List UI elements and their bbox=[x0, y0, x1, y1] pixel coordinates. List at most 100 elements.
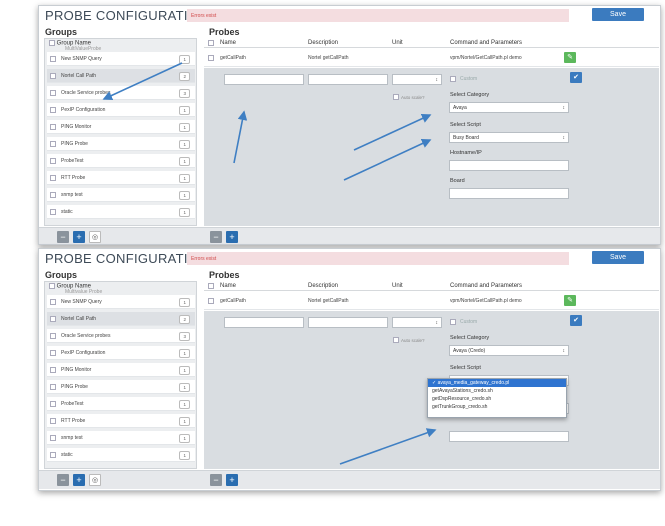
auto-scale-checkbox[interactable] bbox=[393, 94, 399, 100]
probe-checkbox[interactable] bbox=[208, 298, 214, 304]
group-count-badge: 3 bbox=[179, 332, 190, 341]
remove-probe-button[interactable]: − bbox=[210, 231, 222, 243]
link-group-button[interactable]: ◎ bbox=[89, 231, 101, 243]
group-item[interactable]: PexIP Configuration 1 bbox=[47, 103, 195, 117]
remove-probe-button[interactable]: − bbox=[210, 474, 222, 486]
custom-checkbox[interactable] bbox=[450, 76, 456, 82]
group-name: Nortel Call Path bbox=[61, 316, 97, 322]
group-item[interactable]: New SNMP Query 1 bbox=[47, 295, 195, 309]
group-item[interactable]: PING Monitor 1 bbox=[47, 120, 195, 134]
group-item[interactable]: Oracle Service probes 3 bbox=[47, 329, 195, 343]
dropdown-option[interactable]: getTrunkGroup_credo.sh bbox=[428, 403, 566, 411]
group-item[interactable]: ProbeTest 1 bbox=[47, 154, 195, 168]
save-button[interactable]: Save bbox=[592, 251, 644, 264]
probe-name-input[interactable] bbox=[224, 317, 304, 328]
group-item[interactable]: PING Monitor 1 bbox=[47, 363, 195, 377]
dropdown-option[interactable]: getDspResource_credo.sh bbox=[428, 395, 566, 403]
auto-scale-label: Auto scale? bbox=[401, 95, 425, 100]
group-name: PexIP Configuration bbox=[61, 107, 106, 113]
unit-select[interactable]: ↕ bbox=[392, 317, 442, 328]
category-select[interactable]: Avaya ↕ bbox=[449, 102, 569, 113]
dropdown-option[interactable]: getAvayaStations_credo.sh bbox=[428, 387, 566, 395]
hostname-input[interactable] bbox=[449, 160, 569, 171]
category-select[interactable]: Avaya (Credo) ↕ bbox=[449, 345, 569, 356]
confirm-button[interactable]: ✔ bbox=[570, 72, 582, 83]
group-checkbox[interactable] bbox=[50, 124, 56, 130]
script-dropdown-menu[interactable]: ✓ avaya_media_gateway_credo.pl getAvayaS… bbox=[427, 378, 567, 418]
group-checkbox[interactable] bbox=[50, 333, 56, 339]
dropdown-option-selected[interactable]: ✓ avaya_media_gateway_credo.pl bbox=[428, 379, 566, 387]
group-item[interactable]: New SNMP Query 1 bbox=[47, 52, 195, 66]
probe-checkbox[interactable] bbox=[208, 55, 214, 61]
group-item[interactable]: PING Probe 1 bbox=[47, 380, 195, 394]
group-checkbox[interactable] bbox=[50, 316, 56, 322]
add-probe-button[interactable]: + bbox=[226, 231, 238, 243]
group-checkbox[interactable] bbox=[50, 452, 56, 458]
category-value: Avaya (Credo) bbox=[453, 348, 486, 354]
add-group-button[interactable]: + bbox=[73, 474, 85, 486]
group-checkbox[interactable] bbox=[50, 384, 56, 390]
group-checkbox[interactable] bbox=[50, 350, 56, 356]
group-item[interactable]: RTT Probe 1 bbox=[47, 414, 195, 428]
group-checkbox[interactable] bbox=[50, 367, 56, 373]
probe-row[interactable]: getCallPath Nortel getCallPath vpm/Norte… bbox=[204, 292, 659, 310]
group-checkbox[interactable] bbox=[50, 418, 56, 424]
save-button[interactable]: Save bbox=[592, 8, 644, 21]
group-checkbox[interactable] bbox=[50, 175, 56, 181]
group-item[interactable]: Oracle Service probes 3 bbox=[47, 86, 195, 100]
group-item[interactable]: PexIP Configuration 1 bbox=[47, 346, 195, 360]
group-item-selected[interactable]: Nortel Call Path 2 bbox=[47, 312, 195, 326]
group-checkbox[interactable] bbox=[50, 158, 56, 164]
board-input[interactable] bbox=[449, 188, 569, 199]
probe-name-input[interactable] bbox=[224, 74, 304, 85]
group-checkbox[interactable] bbox=[50, 107, 56, 113]
plus-icon: + bbox=[76, 232, 82, 242]
group-item[interactable]: ProbeTest 1 bbox=[47, 397, 195, 411]
select-category-label: Select Category bbox=[450, 92, 490, 98]
unit-select[interactable]: ↕ bbox=[392, 74, 442, 85]
add-probe-button[interactable]: + bbox=[226, 474, 238, 486]
group-checkbox[interactable] bbox=[50, 73, 56, 79]
group-checkbox[interactable] bbox=[50, 192, 56, 198]
board-input[interactable] bbox=[449, 431, 569, 442]
group-item[interactable]: snmp test 1 bbox=[47, 431, 195, 445]
edit-probe-button[interactable]: ✎ bbox=[564, 295, 576, 306]
select-all-probes-checkbox[interactable] bbox=[208, 40, 214, 46]
group-checkbox[interactable] bbox=[50, 141, 56, 147]
group-name: New SNMP Query bbox=[61, 299, 102, 305]
group-checkbox[interactable] bbox=[50, 435, 56, 441]
minus-icon: − bbox=[60, 232, 66, 242]
group-item-selected[interactable]: Nortel Call Path 2 bbox=[47, 69, 195, 83]
probe-description-input[interactable] bbox=[308, 74, 388, 85]
group-item[interactable]: static 1 bbox=[47, 448, 195, 462]
select-all-checkbox[interactable] bbox=[49, 283, 55, 289]
check-icon: ✔ bbox=[573, 74, 579, 81]
name-column-header: Name bbox=[220, 40, 237, 46]
group-checkbox[interactable] bbox=[50, 209, 56, 215]
group-item[interactable]: static 1 bbox=[47, 205, 195, 219]
confirm-button[interactable]: ✔ bbox=[570, 315, 582, 326]
select-all-probes-checkbox[interactable] bbox=[208, 283, 214, 289]
select-all-checkbox[interactable] bbox=[49, 40, 55, 46]
group-checkbox[interactable] bbox=[50, 90, 56, 96]
remove-group-button[interactable]: − bbox=[57, 474, 69, 486]
remove-group-button[interactable]: − bbox=[57, 231, 69, 243]
group-checkbox[interactable] bbox=[50, 56, 56, 62]
custom-checkbox[interactable] bbox=[450, 319, 456, 325]
script-select[interactable]: Busy Board ↕ bbox=[449, 132, 569, 143]
group-count-badge: 3 bbox=[179, 89, 190, 98]
group-checkbox[interactable] bbox=[50, 401, 56, 407]
edit-probe-button[interactable]: ✎ bbox=[564, 52, 576, 63]
probe-row[interactable]: getCallPath Nortel getCallPath vpm/Norte… bbox=[204, 49, 659, 67]
group-item[interactable]: PING Probe 1 bbox=[47, 137, 195, 151]
probe-description-input[interactable] bbox=[308, 317, 388, 328]
add-group-button[interactable]: + bbox=[73, 231, 85, 243]
group-item[interactable]: snmp test 1 bbox=[47, 188, 195, 202]
group-checkbox[interactable] bbox=[50, 299, 56, 305]
link-group-button[interactable]: ◎ bbox=[89, 474, 101, 486]
group-name: PING Monitor bbox=[61, 367, 92, 373]
group-name: ProbeTest bbox=[61, 158, 84, 164]
group-item[interactable]: RTT Probe 1 bbox=[47, 171, 195, 185]
auto-scale-checkbox[interactable] bbox=[393, 337, 399, 343]
group-count-badge: 1 bbox=[179, 140, 190, 149]
